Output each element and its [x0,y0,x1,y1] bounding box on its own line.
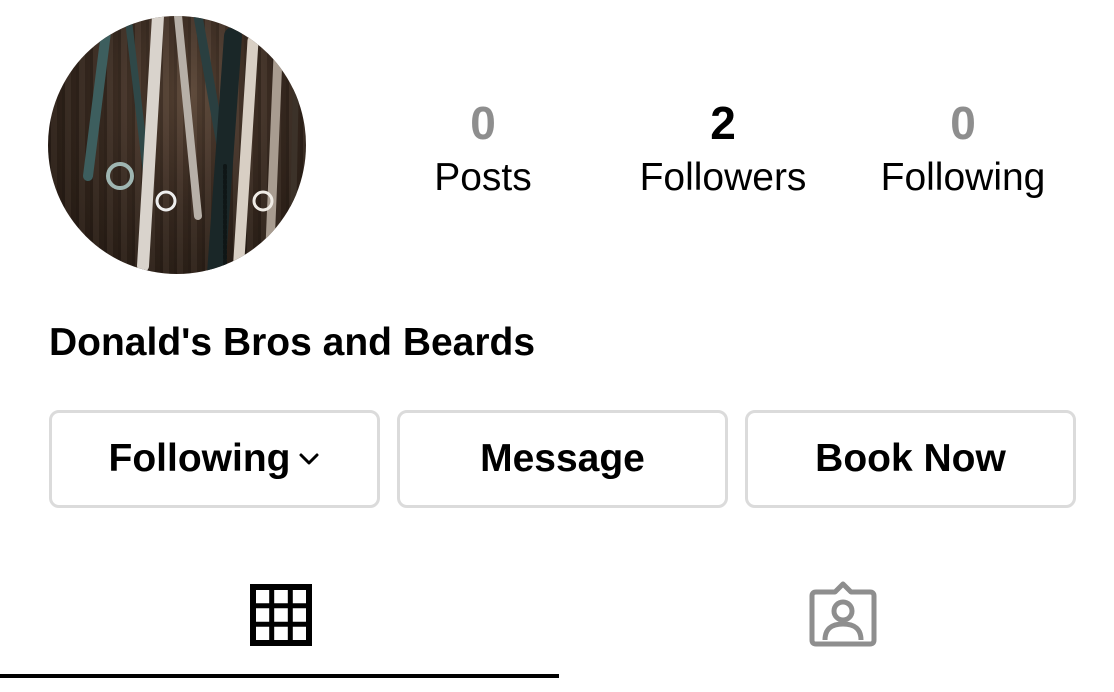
message-button-label: Message [480,437,645,480]
followers-count: 2 [710,97,736,149]
book-now-button-label: Book Now [815,437,1006,480]
following-button-label: Following [108,437,291,480]
followers-label: Followers [639,156,807,199]
following-button[interactable]: Following [49,410,380,508]
grid-icon [250,584,312,646]
chevron-down-icon [299,453,319,465]
tab-tagged[interactable] [557,560,1114,692]
posts-label: Posts [434,156,532,199]
tagged-person-icon [809,581,877,647]
stat-posts[interactable]: 0 Posts [373,96,593,202]
message-button[interactable]: Message [397,410,728,508]
stat-following[interactable]: 0 Following [853,96,1073,202]
following-label: Following [880,156,1046,199]
profile-name: Donald's Bros and Beards [49,321,536,364]
following-count: 0 [950,97,976,149]
avatar[interactable] [48,16,306,274]
book-now-button[interactable]: Book Now [745,410,1076,508]
posts-count: 0 [470,97,496,149]
stat-followers[interactable]: 2 Followers [613,96,833,202]
tab-posts-grid[interactable] [0,560,557,692]
active-tab-indicator [0,674,559,678]
avatar-photo [83,16,299,274]
